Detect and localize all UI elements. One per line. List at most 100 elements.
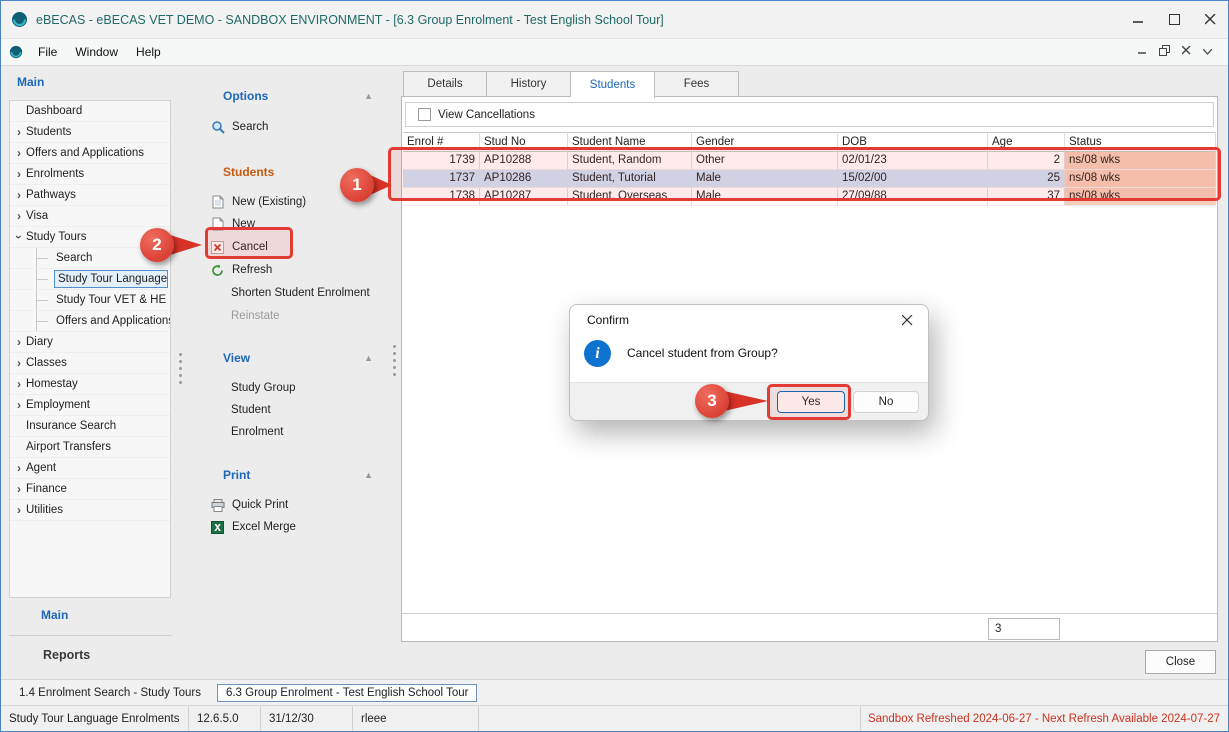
splitter-handle[interactable] <box>177 353 184 384</box>
tab-details[interactable]: Details <box>403 71 487 97</box>
options-group-title: Print <box>223 468 250 482</box>
no-button[interactable]: No <box>853 391 919 413</box>
option-study-group[interactable]: Study Group <box>197 377 389 399</box>
sidebar-item-study-tours-search[interactable]: Search <box>10 248 170 269</box>
print-group-header[interactable]: Print ▲ <box>197 465 389 485</box>
column-header-age[interactable]: Age <box>988 132 1065 152</box>
sidebar-item-insurance-search[interactable]: Insurance Search <box>10 416 170 437</box>
view-cancellations-bar: View Cancellations <box>405 102 1214 127</box>
option-reinstate: Reinstate <box>197 305 389 327</box>
table-row[interactable]: 1739 AP10288 Student, Random Other 02/01… <box>403 152 1216 170</box>
sidebar-item-study-tour-language-enrolments[interactable]: Study Tour Language E <box>10 269 170 290</box>
column-header-status[interactable]: Status <box>1065 132 1216 152</box>
maximize-icon[interactable] <box>1156 1 1192 38</box>
mdi-close-icon[interactable] <box>1182 46 1191 58</box>
option-shorten-student-enrolment[interactable]: Shorten Student Enrolment <box>197 282 389 304</box>
table-row[interactable]: 1738 AP10287 Student, Overseas Male 27/0… <box>403 188 1216 206</box>
option-enrolment[interactable]: Enrolment <box>197 421 389 443</box>
toolbar-overflow-icon[interactable] <box>1203 46 1212 58</box>
sidebar-item-pathways[interactable]: ›Pathways <box>10 185 170 206</box>
doc-tab-group-enrolment[interactable]: 6.3 Group Enrolment - Test English Schoo… <box>217 684 477 702</box>
collapse-arrow-icon[interactable]: ▲ <box>364 353 373 363</box>
sidebar-item-study-tours[interactable]: ›Study Tours <box>10 227 170 248</box>
cell-status: ns/08 wks <box>1065 152 1216 170</box>
mdi-minimize-icon[interactable] <box>1138 46 1147 58</box>
sidebar-item-study-tours-offers-and-applications[interactable]: Offers and Applications <box>10 311 170 332</box>
status-version: 12.6.5.0 <box>189 706 261 731</box>
cell-gender: Male <box>692 170 838 188</box>
column-header-dob[interactable]: DOB <box>838 132 988 152</box>
menu-file[interactable]: File <box>29 41 66 63</box>
option-new-existing[interactable]: New (Existing) <box>197 191 389 213</box>
sidebar-item-offers-and-applications[interactable]: ›Offers and Applications <box>10 143 170 164</box>
sidebar-item-label: Agent <box>26 462 56 474</box>
nav-group-reports[interactable]: Reports <box>43 648 90 662</box>
dialog-title-bar: Confirm <box>570 305 928 335</box>
tab-history[interactable]: History <box>487 71 571 97</box>
confirm-dialog: Confirm i Cancel student from Group? Yes… <box>569 304 929 421</box>
app-window: eBECAS - eBECAS VET DEMO - SANDBOX ENVIR… <box>0 0 1229 732</box>
sidebar-item-students[interactable]: ›Students <box>10 122 170 143</box>
sidebar-item-label: Students <box>26 126 71 138</box>
sidebar-item-employment[interactable]: ›Employment <box>10 395 170 416</box>
sidebar-item-classes[interactable]: ›Classes <box>10 353 170 374</box>
option-excel-merge[interactable]: Excel Merge <box>197 516 389 538</box>
sidebar-item-finance[interactable]: ›Finance <box>10 479 170 500</box>
tab-students[interactable]: Students <box>571 71 655 98</box>
column-header-studno[interactable]: Stud No <box>480 132 568 152</box>
detail-tab-strip: Details History Students Fees <box>403 71 739 97</box>
collapse-arrow-icon[interactable]: ▲ <box>364 91 373 101</box>
sidebar-item-dashboard[interactable]: Dashboard <box>10 101 170 122</box>
column-header-student-name[interactable]: Student Name <box>568 132 692 152</box>
panel-footer-divider <box>402 613 1217 614</box>
splitter-handle[interactable] <box>391 345 398 376</box>
sidebar-item-study-tour-vet-he-enrolments[interactable]: Study Tour VET & HE Er <box>10 290 170 311</box>
chevron-right-icon: › <box>13 122 25 142</box>
option-cancel[interactable]: Cancel <box>197 236 389 258</box>
tab-fees[interactable]: Fees <box>655 71 739 97</box>
option-student[interactable]: Student <box>197 399 389 421</box>
view-group-header[interactable]: View ▲ <box>197 348 389 368</box>
excel-icon <box>210 520 225 535</box>
sidebar-item-utilities[interactable]: ›Utilities <box>10 500 170 521</box>
sidebar-item-homestay[interactable]: ›Homestay <box>10 374 170 395</box>
record-count-field[interactable]: 3 <box>988 618 1060 640</box>
students-group-header[interactable]: Students <box>197 162 389 182</box>
mdi-restore-icon[interactable] <box>1159 45 1170 59</box>
sidebar-item-agent[interactable]: ›Agent <box>10 458 170 479</box>
sidebar-item-airport-transfers[interactable]: Airport Transfers <box>10 437 170 458</box>
sidebar-item-visa[interactable]: ›Visa <box>10 206 170 227</box>
dialog-close-icon[interactable] <box>886 305 928 335</box>
column-header-gender[interactable]: Gender <box>692 132 838 152</box>
options-group-header[interactable]: Options ▲ <box>197 86 389 106</box>
option-new[interactable]: New <box>197 213 389 235</box>
option-label: New (Existing) <box>232 196 306 208</box>
collapse-arrow-icon[interactable]: ▲ <box>364 470 373 480</box>
dialog-title: Confirm <box>587 313 629 327</box>
mdi-window-controls <box>1138 45 1222 59</box>
sidebar-item-enrolments[interactable]: ›Enrolments <box>10 164 170 185</box>
option-search[interactable]: Search <box>197 116 389 138</box>
option-label: Student <box>231 404 271 416</box>
minimize-icon[interactable] <box>1120 1 1156 38</box>
table-row-selected[interactable]: 1737 AP10286 Student, Tutorial Male 15/0… <box>403 170 1216 188</box>
sidebar-item-diary[interactable]: ›Diary <box>10 332 170 353</box>
view-cancellations-checkbox[interactable] <box>418 108 431 121</box>
close-button[interactable]: Close <box>1145 650 1216 674</box>
status-user: rleee <box>353 706 479 731</box>
option-refresh[interactable]: Refresh <box>197 259 389 281</box>
status-sandbox-note: Sandbox Refreshed 2024-06-27 - Next Refr… <box>860 706 1228 731</box>
menu-help[interactable]: Help <box>127 41 170 63</box>
close-icon[interactable] <box>1192 1 1228 38</box>
option-label: New <box>232 218 255 230</box>
menu-window[interactable]: Window <box>66 41 127 63</box>
option-quick-print[interactable]: Quick Print <box>197 494 389 516</box>
cell-gender: Other <box>692 152 838 170</box>
doc-tab-enrolment-search[interactable]: 1.4 Enrolment Search - Study Tours <box>11 685 209 701</box>
nav-group-main[interactable]: Main <box>41 608 68 622</box>
sidebar-item-label: Search <box>56 252 92 264</box>
options-group-title: Students <box>223 165 274 179</box>
yes-button[interactable]: Yes <box>777 391 845 413</box>
students-grid: Enrol # Stud No Student Name Gender DOB … <box>403 132 1216 206</box>
column-header-enrol[interactable]: Enrol # <box>403 132 480 152</box>
